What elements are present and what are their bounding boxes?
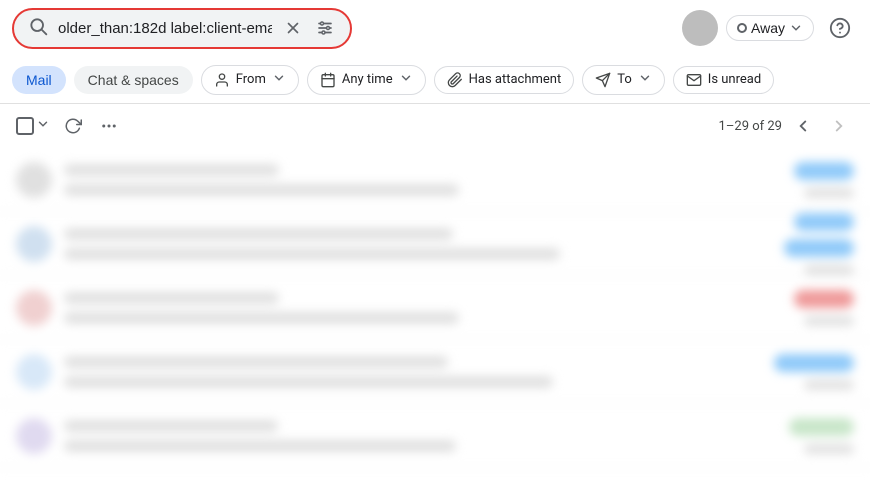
filter-has-attachment-label: Has attachment — [469, 72, 562, 87]
email-row — [0, 148, 870, 212]
page-info: 1–29 of 29 — [719, 119, 782, 134]
refresh-button[interactable] — [60, 113, 86, 139]
checkbox-box — [16, 117, 34, 135]
email-row — [0, 404, 870, 468]
filter-to-label: To — [617, 72, 632, 87]
avatar[interactable] — [682, 10, 718, 46]
email-row — [0, 276, 870, 340]
filter-chip-any-time[interactable]: Any time — [307, 65, 426, 95]
prev-page-button[interactable] — [788, 113, 818, 139]
filter-chip-is-unread[interactable]: Is unread — [673, 66, 774, 94]
chevron-down-icon-select[interactable] — [36, 117, 50, 135]
status-dot — [737, 23, 747, 33]
search-clear-button[interactable] — [282, 17, 304, 39]
tab-mail-label: Mail — [26, 72, 52, 88]
tab-chat-spaces[interactable]: Chat & spaces — [74, 66, 193, 94]
search-options-button[interactable] — [314, 17, 336, 39]
toolbar-left — [16, 113, 122, 139]
select-all-checkbox[interactable] — [16, 117, 50, 135]
filter-is-unread-label: Is unread — [708, 72, 761, 87]
send-icon — [595, 72, 611, 88]
next-page-button[interactable] — [824, 113, 854, 139]
mail-icon — [686, 72, 702, 88]
top-bar: Away — [0, 0, 870, 56]
filter-chip-from[interactable]: From — [201, 65, 299, 95]
attachment-icon — [447, 72, 463, 88]
filter-chip-to[interactable]: To — [582, 65, 665, 95]
status-label: Away — [751, 20, 785, 36]
email-list — [0, 148, 870, 468]
calendar-icon — [320, 72, 336, 88]
email-row — [0, 212, 870, 276]
help-button[interactable] — [822, 10, 858, 46]
toolbar-right: 1–29 of 29 — [719, 113, 854, 139]
tab-mail[interactable]: Mail — [12, 66, 66, 94]
search-input[interactable] — [58, 20, 272, 37]
filter-from-label: From — [236, 72, 266, 87]
search-icon — [28, 16, 48, 41]
person-icon — [214, 72, 230, 88]
filter-chip-has-attachment[interactable]: Has attachment — [434, 66, 575, 94]
email-row — [0, 340, 870, 404]
chevron-down-icon-to — [638, 71, 652, 89]
avatar-area: Away — [682, 10, 858, 46]
tab-chat-spaces-label: Chat & spaces — [88, 72, 179, 88]
toolbar-bar: 1–29 of 29 — [0, 104, 870, 148]
status-button[interactable]: Away — [726, 15, 814, 41]
chevron-down-icon-anytime — [399, 71, 413, 89]
chevron-down-icon — [272, 71, 286, 89]
filter-bar: Mail Chat & spaces From Any — [0, 56, 870, 104]
search-box — [12, 8, 352, 49]
filter-any-time-label: Any time — [342, 72, 393, 87]
more-options-button[interactable] — [96, 113, 122, 139]
